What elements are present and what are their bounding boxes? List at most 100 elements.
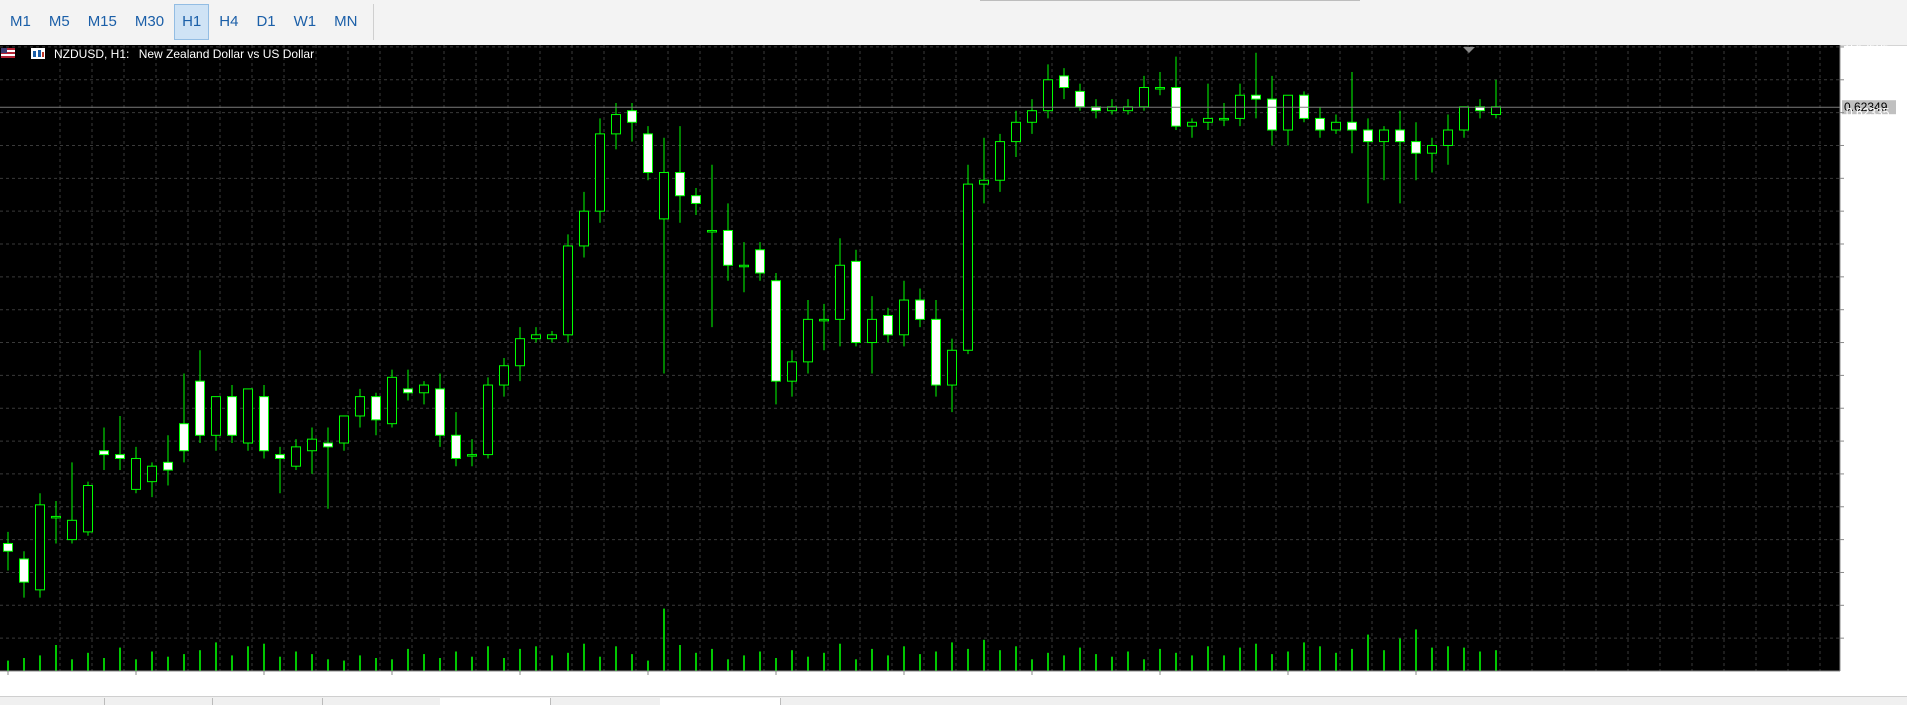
candle-body bbox=[1395, 129, 1405, 143]
candle-body bbox=[819, 318, 829, 322]
y-tick-label: 0.61825 bbox=[1846, 303, 1890, 317]
candle-body bbox=[675, 172, 685, 197]
candlestick-icon[interactable] bbox=[31, 48, 45, 59]
candle-body bbox=[1267, 98, 1277, 131]
candle-body bbox=[1363, 129, 1373, 143]
candle-body bbox=[1443, 129, 1453, 146]
candle-body bbox=[515, 338, 525, 367]
candle-body bbox=[659, 172, 669, 220]
timeframe-m5-button[interactable]: M5 bbox=[41, 4, 78, 40]
candle-body bbox=[291, 446, 301, 467]
candle-body bbox=[707, 229, 717, 233]
candle-body bbox=[275, 454, 285, 459]
candle-body bbox=[227, 396, 237, 436]
x-tick-label: 13 Jun 11:00 bbox=[128, 680, 197, 694]
x-tick-label: 13 Jun 19:00 bbox=[256, 680, 326, 694]
y-tick-label: 0.60975 bbox=[1846, 631, 1890, 645]
x-tick-label: 14 Jun 19:00 bbox=[640, 680, 710, 694]
candle-body bbox=[403, 388, 413, 394]
price-chart[interactable]: 0.62349 0.625050.624200.623350.622500.62… bbox=[0, 45, 1907, 696]
candle-body bbox=[867, 318, 877, 344]
y-tick-label: 0.61995 bbox=[1846, 237, 1890, 251]
candle-body bbox=[1427, 144, 1437, 154]
x-axis: 13 Jun 2023 13 Jun 11:00 13 Jun 19:00 14 Ju… bbox=[0, 670, 1840, 694]
y-tick-label: 0.61315 bbox=[1846, 500, 1890, 514]
candle-body bbox=[99, 450, 109, 456]
y-tick-label: 0.61145 bbox=[1846, 565, 1889, 579]
candle-body bbox=[691, 195, 701, 204]
timeframe-w1-button[interactable]: W1 bbox=[286, 4, 325, 40]
timeframe-h1-button[interactable]: H1 bbox=[174, 4, 210, 40]
candle-body bbox=[67, 519, 77, 541]
timeframe-h4-button[interactable]: H4 bbox=[211, 4, 246, 40]
x-tick-label: 15 Jun 11:00 bbox=[896, 680, 965, 694]
candle-body bbox=[531, 334, 541, 340]
candle-body bbox=[451, 434, 461, 459]
candle-body bbox=[323, 442, 333, 448]
candle-body bbox=[1347, 121, 1357, 131]
y-tick-label: 0.61570 bbox=[1846, 401, 1890, 415]
candle-body bbox=[419, 384, 429, 394]
candle-body bbox=[1491, 106, 1501, 116]
candle-body bbox=[163, 461, 173, 471]
candle-body bbox=[435, 388, 445, 436]
candle-body bbox=[851, 260, 861, 344]
candle-body bbox=[83, 485, 93, 533]
y-tick-label: 0.62505 bbox=[1846, 45, 1890, 54]
candle-body bbox=[883, 314, 893, 336]
timeframe-m30-button[interactable]: M30 bbox=[127, 4, 172, 40]
svg-text:NZDUSD, H1: New Zealand: NZDUSD, H1: New Zealand Dollar vs US Dol… bbox=[54, 47, 314, 61]
y-tick-label: 0.61910 bbox=[1846, 270, 1890, 284]
y-tick-label: 0.62165 bbox=[1846, 171, 1890, 185]
x-tick-label: 15 Jun 03:00 bbox=[768, 680, 838, 694]
candle-body bbox=[1283, 94, 1293, 131]
candle-body bbox=[371, 396, 381, 421]
x-tick-label: 15 Jun 19:00 bbox=[1024, 680, 1094, 694]
candle-body bbox=[195, 380, 205, 436]
candle-body bbox=[739, 264, 749, 268]
y-axis: 0.62505 0.62420 0.62335 0.62250 0.62165 0.620… bbox=[1839, 45, 1890, 671]
candle-body bbox=[483, 384, 493, 456]
candle-body bbox=[1411, 141, 1421, 154]
candle-body bbox=[19, 558, 29, 583]
candle-body bbox=[1251, 94, 1261, 100]
candle-body bbox=[563, 245, 573, 336]
candle-body bbox=[1027, 110, 1037, 123]
candle-body bbox=[339, 415, 349, 444]
toolbar-divider bbox=[980, 0, 1360, 1]
y-tick-label: 0.61655 bbox=[1846, 368, 1890, 382]
candle-body bbox=[1059, 75, 1069, 89]
candle-body bbox=[1379, 129, 1389, 143]
candle-body bbox=[3, 542, 13, 552]
y-tick-label: 0.62080 bbox=[1846, 204, 1890, 218]
timeframe-group: M1 M5 M15 M30 H1 H4 D1 W1 MN bbox=[2, 4, 375, 40]
candle-body bbox=[947, 349, 957, 386]
x-tick-label: 16 Jun 03:00 bbox=[1152, 680, 1222, 694]
timeframe-mn-button[interactable]: MN bbox=[326, 4, 365, 40]
candle-body bbox=[211, 396, 221, 436]
candle-body bbox=[35, 504, 45, 591]
candle-body bbox=[611, 114, 621, 135]
candle-body bbox=[547, 334, 557, 340]
candle-body bbox=[723, 229, 733, 266]
candle-body bbox=[1139, 87, 1149, 108]
candle-body bbox=[1011, 121, 1021, 143]
x-tick-label: 14 Jun 03:00 bbox=[384, 680, 454, 694]
candle-body bbox=[595, 133, 605, 212]
y-tick-label: 0.61230 bbox=[1846, 533, 1890, 547]
timeframe-m1-button[interactable]: M1 bbox=[2, 4, 39, 40]
candle-body bbox=[755, 249, 765, 274]
timeframe-d1-button[interactable]: D1 bbox=[248, 4, 283, 40]
candle-body bbox=[1203, 117, 1213, 123]
timeframe-m15-button[interactable]: M15 bbox=[80, 4, 125, 40]
y-tick-label: 0.62420 bbox=[1846, 73, 1890, 87]
y-tick-label: 0.61740 bbox=[1846, 336, 1890, 350]
candle-body bbox=[803, 318, 813, 363]
candle-body bbox=[259, 396, 269, 452]
candle-body bbox=[179, 423, 189, 452]
candle-body bbox=[1043, 79, 1053, 112]
candle-body bbox=[931, 318, 941, 386]
candle-body bbox=[643, 133, 653, 174]
candle-body bbox=[1331, 121, 1341, 131]
y-tick-label: 0.61485 bbox=[1846, 434, 1890, 448]
